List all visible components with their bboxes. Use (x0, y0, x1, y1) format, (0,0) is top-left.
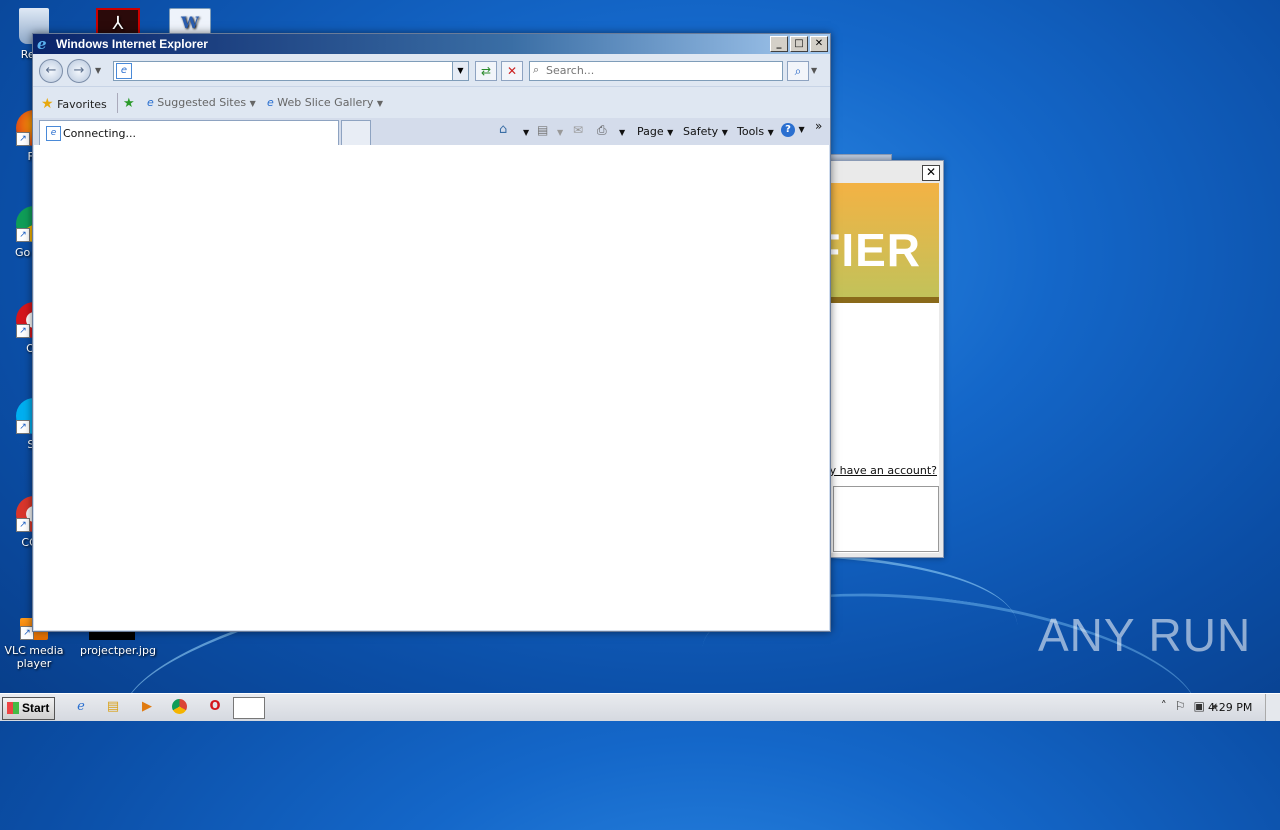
add-favorite-icon: ★ (123, 96, 135, 111)
chevron-down-icon: ▼ (767, 128, 774, 137)
banner: FIER (812, 183, 939, 303)
window-title: Windows Internet Explorer (56, 37, 208, 51)
action-center-flag-icon[interactable]: ⚐ (1175, 699, 1186, 714)
chevron-down-icon: ▼ (249, 99, 256, 108)
existing-account-link[interactable]: ady have an account? (816, 464, 937, 477)
desktop-icon-label: VLC media player (4, 644, 64, 670)
search-input[interactable] (546, 63, 776, 77)
shortcut-arrow-icon: ↗ (16, 518, 30, 532)
print-dropdown[interactable]: ▼ (619, 125, 625, 138)
address-dropdown-button[interactable]: ▼ (452, 62, 468, 80)
page-menu-label: Page (637, 125, 664, 138)
help-icon: ? (781, 123, 795, 137)
suggested-sites-link[interactable]: e Suggested Sites ▼ (147, 96, 256, 109)
taskbar-media-player-icon[interactable]: ▶ (138, 698, 156, 716)
print-button[interactable]: ⎙ (597, 123, 607, 138)
watermark-text: ANY RUN (1038, 609, 1252, 661)
ie-page-icon: e (46, 126, 61, 141)
window-titlebar: e Windows Internet Explorer _ □ ✕ (33, 34, 830, 54)
shortcut-arrow-icon: ↗ (16, 132, 30, 146)
back-button[interactable]: ← (39, 59, 63, 83)
anyrun-watermark: ANY RUN (1038, 608, 1251, 662)
show-hidden-icons-button[interactable]: ˄ (1161, 699, 1167, 714)
safety-menu[interactable]: Safety ▼ (683, 125, 728, 138)
minimize-button[interactable]: _ (770, 36, 788, 52)
home-button[interactable]: ⌂ (499, 122, 507, 137)
popup-input-box[interactable] (833, 486, 939, 552)
tab-connecting[interactable]: e Connecting... (39, 120, 339, 145)
web-slice-gallery-link[interactable]: e Web Slice Gallery ▼ (267, 96, 383, 109)
chevron-down-icon: ▼ (721, 128, 728, 137)
close-button[interactable]: ✕ (922, 165, 940, 181)
add-to-favorites-bar-button[interactable]: ★ (123, 96, 135, 111)
taskbar-explorer-icon[interactable]: ▤ (104, 698, 122, 716)
address-bar[interactable]: e ▼ (113, 61, 469, 81)
close-button[interactable]: ✕ (810, 36, 828, 52)
ie-page-icon: e (267, 96, 274, 109)
taskbar-ie-icon[interactable]: e (72, 698, 90, 716)
chevron-down-icon: ▼ (667, 128, 674, 137)
help-button[interactable]: ? ▼ (781, 122, 805, 137)
start-button[interactable]: Start (2, 697, 55, 720)
search-icon: ⌕ (533, 63, 540, 76)
feeds-button[interactable]: ▤ (537, 123, 548, 137)
clock[interactable]: 4:29 PM (1208, 701, 1252, 714)
page-content-area[interactable] (34, 145, 829, 630)
start-label: Start (22, 701, 50, 715)
search-options-dropdown[interactable]: ▼ (811, 66, 817, 75)
search-box[interactable]: ⌕ (529, 61, 783, 81)
favorites-bar: ★ Favorites ★ e Suggested Sites ▼ e Web … (33, 86, 830, 119)
read-mail-button[interactable]: ✉ (573, 123, 583, 137)
search-button[interactable]: ⌕ (787, 61, 809, 81)
stop-button[interactable]: ✕ (501, 61, 523, 81)
new-tab-button[interactable] (341, 120, 371, 145)
recent-pages-dropdown[interactable]: ▼ (95, 66, 101, 75)
shortcut-arrow-icon: ↗ (16, 420, 30, 434)
safety-menu-label: Safety (683, 125, 719, 138)
chevron-down-icon: ▼ (376, 99, 383, 108)
window-controls: _ □ ✕ (770, 36, 828, 52)
page-icon: e (116, 63, 132, 79)
star-icon: ★ (41, 96, 54, 112)
tab-row: e Connecting... ⌂ ▼ ▤ ▼ ✉ ⎙ ▼ Page ▼ Saf… (33, 118, 830, 145)
shortcut-arrow-icon: ↗ (16, 228, 30, 242)
taskbar: Start e ▤ ▶ O ˄ ⚐ ▣ 🔈︎ 4:29 PM (0, 693, 1280, 721)
suggested-sites-label: Suggested Sites (157, 96, 247, 109)
tools-menu[interactable]: Tools ▼ (737, 125, 774, 138)
shortcut-arrow-icon: ↗ (16, 324, 30, 338)
ie-logo-icon: e (37, 35, 47, 53)
feeds-dropdown[interactable]: ▼ (557, 125, 563, 138)
ie-window: e Windows Internet Explorer _ □ ✕ ← → ▼ … (32, 33, 831, 632)
favorites-button[interactable]: ★ Favorites (41, 96, 107, 112)
home-dropdown[interactable]: ▼ (523, 125, 529, 138)
show-desktop-button[interactable] (1265, 694, 1280, 721)
taskbar-opera-icon[interactable]: O (206, 698, 224, 716)
taskbar-chrome-icon[interactable] (172, 699, 187, 714)
desktop-icon-label: projectper.jpg (80, 644, 156, 657)
separator (117, 93, 118, 113)
tools-menu-label: Tools (737, 125, 765, 138)
taskbar-active-window-button[interactable] (233, 697, 265, 719)
network-icon[interactable]: ▣ (1193, 699, 1204, 714)
web-slice-gallery-label: Web Slice Gallery (277, 96, 374, 109)
refresh-button[interactable]: ⇄ (475, 61, 497, 81)
background-popup-window: ✕ FIER ady have an account? (812, 160, 944, 558)
page-menu[interactable]: Page ▼ (637, 125, 673, 138)
forward-button[interactable]: → (67, 59, 91, 83)
toolbar-overflow-button[interactable]: » (815, 119, 822, 133)
maximize-button[interactable]: □ (790, 36, 808, 52)
tab-label: Connecting... (63, 127, 136, 140)
windows-logo-icon (7, 702, 19, 714)
favorites-label: Favorites (57, 98, 107, 111)
chevron-down-icon: ▼ (798, 125, 805, 134)
ie-page-icon: e (147, 96, 154, 109)
address-toolbar: ← → ▼ e ▼ ⇄ ✕ ⌕ ⌕ ▼ (33, 54, 830, 86)
